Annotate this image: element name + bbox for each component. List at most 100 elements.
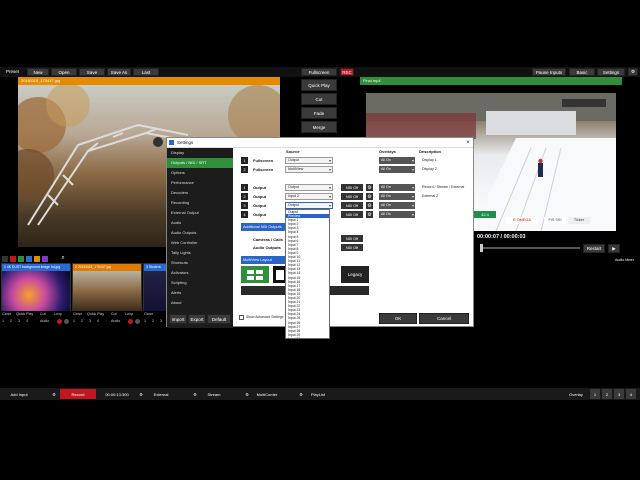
input-1-audio[interactable]: Audio — [40, 319, 49, 323]
input-1-overlay-3[interactable]: 3 — [18, 319, 20, 323]
save-button[interactable]: Save — [79, 68, 105, 76]
dropdown-option[interactable]: Input 30 — [286, 337, 329, 338]
rec-indicator[interactable]: REC — [340, 68, 354, 76]
pause-inputs-button[interactable]: Pause Inputs — [532, 68, 566, 76]
source-dropdown-list[interactable]: Output Preview Input 1 Input 2 Input 3 Input … — [285, 209, 330, 339]
input-2-overlay-4[interactable]: 4 — [97, 319, 99, 323]
play-icon[interactable]: ▶ — [608, 244, 620, 253]
output-row-3-source[interactable]: Output — [285, 202, 333, 209]
new-button[interactable]: New — [27, 68, 49, 76]
display-row-2-overlays[interactable]: All On — [379, 166, 415, 173]
swatch-green[interactable] — [18, 256, 24, 262]
input-1-solo-icon[interactable] — [64, 319, 69, 324]
cameras-ndi[interactable]: NDI Off — [341, 235, 363, 242]
input-2-overlay-3[interactable]: 3 — [89, 319, 91, 323]
export-button[interactable]: Export — [188, 314, 206, 324]
display-row-1-overlays[interactable]: All On — [379, 157, 415, 164]
sidebar-item-audio[interactable]: Audio — [167, 218, 233, 228]
multiview-layout-1[interactable] — [241, 266, 269, 283]
add-input-button[interactable]: Add Input — [2, 389, 36, 399]
input-1-loop[interactable]: Loop — [54, 312, 62, 316]
display-row-2-source[interactable]: MultiView — [285, 166, 333, 173]
sidebar-item-web-controller[interactable]: Web Controller — [167, 238, 233, 248]
preview-close-icon[interactable] — [290, 77, 296, 85]
output-row-1-gear-icon[interactable]: ⚙ — [366, 184, 373, 191]
output-row-2-source[interactable]: Input 2 — [285, 193, 333, 200]
sidebar-item-outputs[interactable]: Outputs / NDI / SRT — [167, 158, 233, 168]
output-row-1-ndi[interactable]: NDI Off — [341, 184, 363, 191]
sidebar-item-performance[interactable]: Performance — [167, 178, 233, 188]
output-row-2-ndi[interactable]: NDI Off — [341, 193, 363, 200]
restart-button[interactable]: Restart — [583, 244, 605, 253]
input-thumb-3[interactable]: 3 Student — [143, 263, 167, 311]
overlay-1-button[interactable]: 1 — [590, 389, 600, 399]
input-2-cut[interactable]: Cut — [111, 312, 117, 316]
ok-button[interactable]: OK — [379, 313, 417, 324]
search-icon[interactable]: ⌕ — [60, 255, 66, 262]
sidebar-item-alerts[interactable]: Alerts — [167, 288, 233, 298]
input-3-overlay-3[interactable]: 3 — [160, 319, 162, 323]
sidebar-item-recording[interactable]: Recording — [167, 198, 233, 208]
input-1-overlay-2[interactable]: 2 — [10, 319, 12, 323]
multiview-layout-bar[interactable]: MultiView Layout — [241, 256, 285, 264]
input-3-close[interactable]: Close — [144, 312, 153, 316]
overlay-button[interactable]: Overlay — [565, 389, 587, 399]
swatch-orange[interactable] — [34, 256, 40, 262]
sidebar-item-scripting[interactable]: Scripting — [167, 278, 233, 288]
stream-gear-icon[interactable]: ⚙ — [190, 389, 200, 399]
input-1-overlay-4[interactable]: 4 — [26, 319, 28, 323]
swatch-blue[interactable] — [26, 256, 32, 262]
overlay-3-button[interactable]: 3 — [614, 389, 624, 399]
overlay-4-button[interactable]: 4 — [626, 389, 636, 399]
basic-button[interactable]: Basic — [569, 68, 595, 76]
sidebar-item-tally-lights[interactable]: Tally Lights — [167, 248, 233, 258]
output-row-4-gear-icon[interactable]: ⚙ — [366, 211, 373, 218]
input-1-close[interactable]: Close — [2, 312, 11, 316]
input-3-overlay-2[interactable]: 2 — [152, 319, 154, 323]
output-row-3-gear-icon[interactable]: ⚙ — [366, 202, 373, 209]
playlist-gear-icon[interactable]: ⚙ — [296, 389, 306, 399]
multicorder-button[interactable]: MultiCorder — [254, 389, 280, 399]
settings-gear-icon[interactable]: ⚙ — [628, 68, 638, 76]
overlay-2-button[interactable]: 2 — [602, 389, 612, 399]
quick-play-button[interactable]: Quick Play — [301, 79, 337, 91]
input-thumb-2[interactable]: 2 20151115_170447.jpg — [72, 263, 142, 311]
output-row-3-overlays[interactable]: All On — [379, 202, 415, 209]
sidebar-item-display[interactable]: Display — [167, 148, 233, 158]
input-1-cut[interactable]: Cut — [40, 312, 46, 316]
audio-mixer-label[interactable]: Audio Mixer — [615, 258, 634, 262]
output-row-1-overlays[interactable]: All On — [379, 184, 415, 191]
multicorder-gear-icon[interactable]: ⚙ — [242, 389, 252, 399]
display-row-1-source[interactable]: Output — [285, 157, 333, 164]
sidebar-item-decoders[interactable]: Decoders — [167, 188, 233, 198]
fade-button[interactable]: Fade — [301, 107, 337, 119]
legacy-button[interactable]: Legacy — [341, 266, 369, 283]
playlist-button[interactable]: PlayList — [308, 389, 328, 399]
settings-button[interactable]: Settings — [597, 68, 625, 76]
output-row-2-gear-icon[interactable]: ⚙ — [366, 193, 373, 200]
import-button[interactable]: Import — [169, 314, 187, 324]
input-2-mute-icon[interactable] — [128, 319, 133, 324]
output-row-4-ndi[interactable]: NDI Off — [341, 211, 363, 218]
input-3-overlay-1[interactable]: 1 — [144, 319, 146, 323]
stream-button[interactable]: Stream — [202, 389, 226, 399]
sidebar-item-activators[interactable]: Activators — [167, 268, 233, 278]
cancel-button[interactable]: Cancel — [419, 313, 469, 324]
output-row-3-ndi[interactable]: NDI Off — [341, 202, 363, 209]
input-thumb-1[interactable]: 1 4K DUST background image hd.jpg — [1, 263, 71, 311]
external-button[interactable]: External — [148, 389, 174, 399]
merge-button[interactable]: Merge — [301, 121, 337, 133]
show-advanced-checkbox[interactable] — [239, 315, 244, 320]
open-button[interactable]: Open — [51, 68, 77, 76]
swatch-red[interactable] — [10, 256, 16, 262]
sidebar-item-about[interactable]: About — [167, 298, 233, 308]
sidebar-item-options[interactable]: Options — [167, 168, 233, 178]
input-2-overlay-2[interactable]: 2 — [81, 319, 83, 323]
output-row-2-overlays[interactable]: All On — [379, 193, 415, 200]
settings-close-icon[interactable]: × — [464, 138, 472, 148]
input-2-audio[interactable]: Audio — [111, 319, 120, 323]
sidebar-item-external-output[interactable]: External Output — [167, 208, 233, 218]
cut-button[interactable]: Cut — [301, 93, 337, 105]
record-gear-icon[interactable]: ⚙ — [49, 389, 59, 399]
input-2-overlay-1[interactable]: 1 — [73, 319, 75, 323]
